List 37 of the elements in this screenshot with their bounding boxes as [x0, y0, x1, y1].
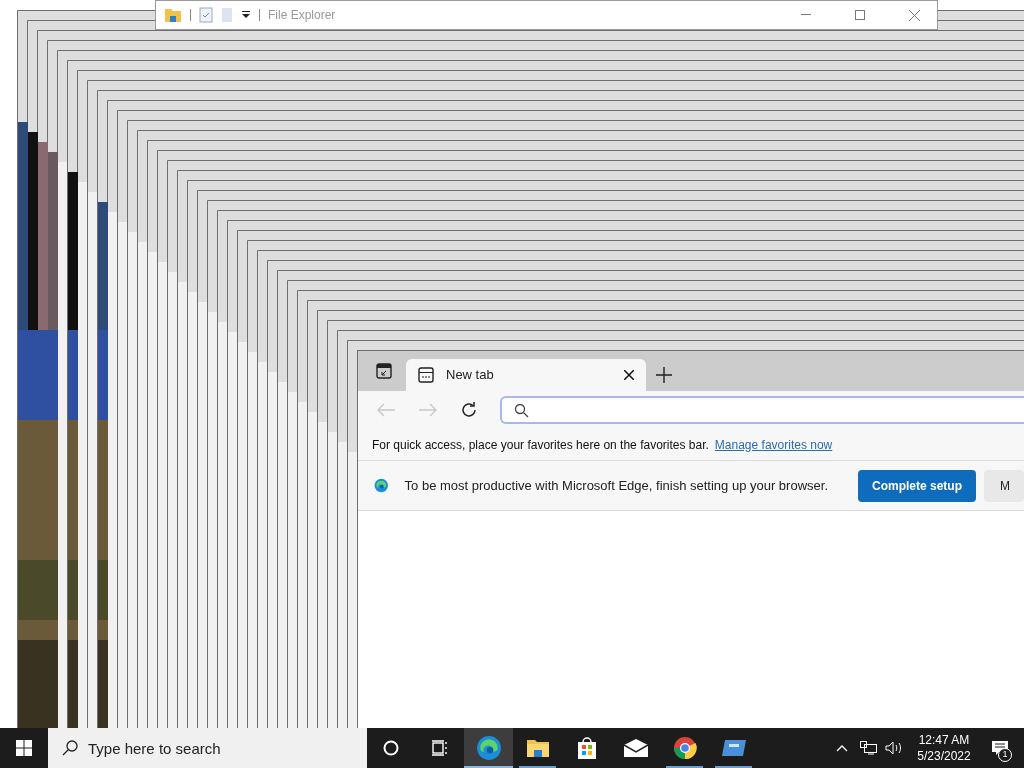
speaker-icon[interactable] [885, 741, 902, 755]
manage-favorites-link[interactable]: Manage favorites now [714, 435, 833, 454]
tab-actions-icon [376, 363, 392, 379]
setup-message: To be most productive with Microsoft Edge, finish setting up your browser. [404, 476, 828, 495]
new-tab-icon[interactable] [656, 367, 672, 383]
chevron-up-icon[interactable] [836, 744, 848, 752]
refresh-icon[interactable] [460, 401, 478, 419]
checked-document-icon[interactable] [199, 7, 213, 23]
address-field[interactable] [500, 396, 1024, 424]
notification-button[interactable]: 1 [976, 728, 1024, 768]
network-icon[interactable] [860, 741, 877, 755]
notification-count: 1 [998, 748, 1012, 762]
folder-icon [525, 737, 550, 759]
secondary-button[interactable]: M [984, 469, 1024, 502]
monitor-icon [720, 738, 747, 758]
windows-logo-icon [16, 740, 32, 756]
circle-icon [383, 740, 399, 756]
page-icon [418, 367, 434, 383]
maximize-icon[interactable] [855, 10, 865, 20]
close-icon[interactable] [624, 370, 634, 380]
clock-date[interactable]: 5/23/2022 [917, 748, 971, 764]
search-icon [514, 402, 529, 418]
envelope-icon [622, 738, 649, 758]
task-view-icon [430, 740, 449, 756]
search-icon [62, 740, 78, 756]
favorites-bar-hint: For quick access, place your favorites here on the favorites bar. [372, 436, 709, 454]
folder-icon[interactable] [164, 7, 182, 23]
search-field[interactable]: Type here to search [48, 728, 367, 768]
chrome-icon [672, 736, 697, 760]
tab-title: New tab [446, 366, 495, 385]
window-title: File Explorer [268, 7, 336, 24]
browser-icon [475, 735, 502, 761]
dropdown-icon[interactable] [241, 10, 251, 20]
complete-setup-button[interactable]: Complete setup [858, 469, 976, 502]
browser-tab[interactable]: New tab [406, 359, 646, 391]
clock-time[interactable]: 12:47 AM [918, 732, 970, 748]
minimize-icon[interactable] [801, 14, 811, 16]
